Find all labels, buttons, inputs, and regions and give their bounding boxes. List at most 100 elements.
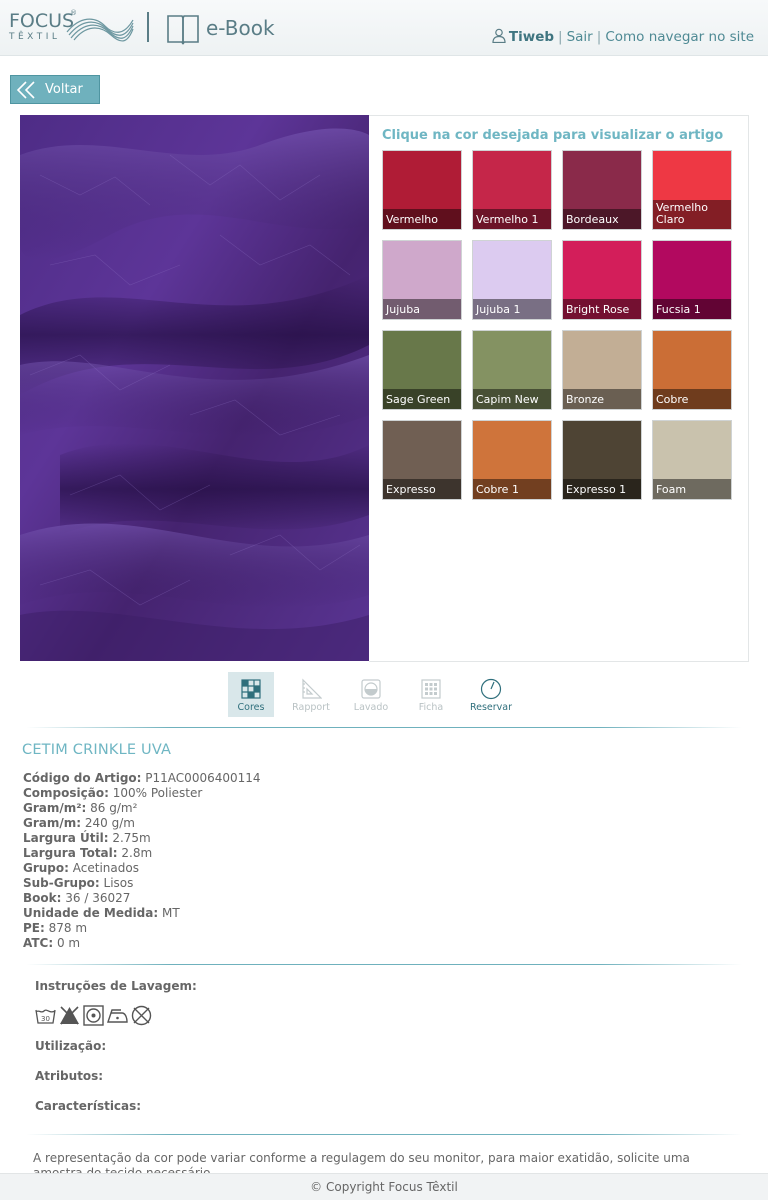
color-swatch-label: Jujuba xyxy=(383,299,461,319)
spec-key: Sub-Grupo: xyxy=(23,876,100,890)
color-swatch[interactable]: Foam xyxy=(652,420,732,500)
spec-value: 2.75m xyxy=(112,831,151,845)
tab-lavado[interactable]: Lavado xyxy=(348,672,394,717)
tab-rapport-label: Rapport xyxy=(292,702,330,713)
spec-value: MT xyxy=(162,906,180,920)
spec-row: Largura Útil: 2.75m xyxy=(23,831,261,846)
spec-key: Largura Total: xyxy=(23,846,118,860)
tumble-dry-icon xyxy=(83,1005,104,1026)
color-swatch[interactable]: Expresso 1 xyxy=(562,420,642,500)
site-header: FOCUS ® TÊXTIL e-Book Tiweb | Sair | Como na… xyxy=(0,0,768,56)
attributes-label: Atributos: xyxy=(35,1069,104,1083)
spec-row: Gram/m: 240 g/m xyxy=(23,816,261,831)
logo-waves-icon xyxy=(66,18,134,42)
tab-rapport[interactable]: Rapport xyxy=(288,672,334,717)
user-icon xyxy=(492,28,506,43)
back-button[interactable]: Voltar xyxy=(10,75,100,104)
spec-row: Código do Artigo: P11AC0006400114 xyxy=(23,771,261,786)
usage-label: Utilização: xyxy=(35,1039,107,1053)
spec-value: 100% Poliester xyxy=(112,786,203,800)
logo-subtitle: TÊXTIL xyxy=(9,32,61,42)
color-panel-title: Clique na cor desejada para visualizar o… xyxy=(382,128,724,143)
features-label: Características: xyxy=(35,1099,142,1113)
spec-row: Unidade de Medida: MT xyxy=(23,906,261,921)
user-name[interactable]: Tiweb xyxy=(509,29,554,45)
divider xyxy=(26,964,742,965)
focus-textil-logo[interactable]: FOCUS ® TÊXTIL xyxy=(9,9,134,46)
spec-key: Gram/m²: xyxy=(23,801,87,815)
dots-grid-icon xyxy=(421,679,441,699)
color-swatch[interactable]: Capim New xyxy=(472,330,552,410)
color-swatch[interactable]: Bright Rose xyxy=(562,240,642,320)
color-swatch-label: Vermelho 1 xyxy=(473,209,551,229)
spec-value: 0 m xyxy=(56,936,81,950)
color-grid-icon xyxy=(241,679,261,699)
color-swatch[interactable]: Cobre 1 xyxy=(472,420,552,500)
spec-list: Código do Artigo: P11AC0006400114 Composi… xyxy=(23,771,261,951)
tab-ficha[interactable]: Ficha xyxy=(408,672,454,717)
color-swatch[interactable]: Jujuba xyxy=(382,240,462,320)
spec-row: ATC: 0 m xyxy=(23,936,261,951)
color-swatch[interactable]: Cobre xyxy=(652,330,732,410)
wash-temp-label: 30 xyxy=(41,1015,50,1023)
spec-key: Largura Útil: xyxy=(23,831,109,845)
color-swatch[interactable]: Vermelho 1 xyxy=(472,150,552,230)
tab-reservar[interactable]: Reservar xyxy=(468,672,514,717)
color-swatch[interactable]: Bordeaux xyxy=(562,150,642,230)
color-swatch[interactable]: Vermelho Claro xyxy=(652,150,732,230)
color-swatch-label: Bronze xyxy=(563,389,641,409)
spec-value: Lisos xyxy=(103,876,134,890)
spec-key: Book: xyxy=(23,891,62,905)
iron-low-icon xyxy=(107,1005,128,1026)
tab-cores[interactable]: Cores xyxy=(228,672,274,717)
color-swatch-label: Cobre 1 xyxy=(473,479,551,499)
spec-row: Book: 36 / 36027 xyxy=(23,891,261,906)
color-swatch[interactable]: Sage Green xyxy=(382,330,462,410)
spec-row: Composição: 100% Poliester xyxy=(23,786,261,801)
color-swatch[interactable]: Expresso xyxy=(382,420,462,500)
wash-icons: 30 xyxy=(35,1005,152,1027)
color-swatch-label: Cobre xyxy=(653,389,731,409)
spec-value: 86 g/m² xyxy=(90,801,138,815)
color-swatch[interactable]: Fucsia 1 xyxy=(652,240,732,320)
header-divider xyxy=(147,12,149,42)
color-swatch-label: Foam xyxy=(653,479,731,499)
divider xyxy=(26,1134,742,1135)
color-swatch-label: Bright Rose xyxy=(563,299,641,319)
color-swatch[interactable]: Bronze xyxy=(562,330,642,410)
spec-value: 36 / 36027 xyxy=(65,891,131,905)
color-swatch-label: Sage Green xyxy=(383,389,461,409)
spec-key: Composição: xyxy=(23,786,109,800)
divider xyxy=(26,727,742,728)
color-swatch[interactable]: Vermelho xyxy=(382,150,462,230)
spec-key: Código do Artigo: xyxy=(23,771,142,785)
color-swatch-label: Expresso 1 xyxy=(563,479,641,499)
tab-ficha-label: Ficha xyxy=(418,702,444,713)
washing-machine-icon xyxy=(361,679,381,699)
help-link[interactable]: Como navegar no site xyxy=(605,29,754,45)
spec-row: Gram/m²: 86 g/m² xyxy=(23,801,261,816)
color-swatch[interactable]: Jujuba 1 xyxy=(472,240,552,320)
ebook-title: e-Book xyxy=(206,16,275,40)
color-swatch-label: Capim New xyxy=(473,389,551,409)
wash-instructions-title: Instruções de Lavagem: xyxy=(35,979,197,993)
color-swatch-label: Jujuba 1 xyxy=(473,299,551,319)
tab-reservar-label: Reservar xyxy=(469,702,513,713)
spec-value: Acetinados xyxy=(72,861,139,875)
no-bleach-icon xyxy=(59,1005,80,1026)
copyright-text: © Copyright Focus Têxtil xyxy=(310,1180,458,1194)
logout-link[interactable]: Sair xyxy=(567,29,593,45)
color-swatch-label: Fucsia 1 xyxy=(653,299,731,319)
tab-lavado-label: Lavado xyxy=(353,702,389,713)
spec-row: Largura Total: 2.8m xyxy=(23,846,261,861)
spec-key: Grupo: xyxy=(23,861,69,875)
spec-value: 2.8m xyxy=(121,846,153,860)
back-button-label: Voltar xyxy=(45,82,83,97)
spec-key: ATC: xyxy=(23,936,54,950)
site-footer: © Copyright Focus Têxtil xyxy=(0,1173,768,1200)
spec-row: Sub-Grupo: Lisos xyxy=(23,876,261,891)
spec-value: P11AC0006400114 xyxy=(145,771,261,785)
spec-value: 878 m xyxy=(48,921,88,935)
spec-key: Unidade de Medida: xyxy=(23,906,159,920)
color-swatch-label: Bordeaux xyxy=(563,209,641,229)
